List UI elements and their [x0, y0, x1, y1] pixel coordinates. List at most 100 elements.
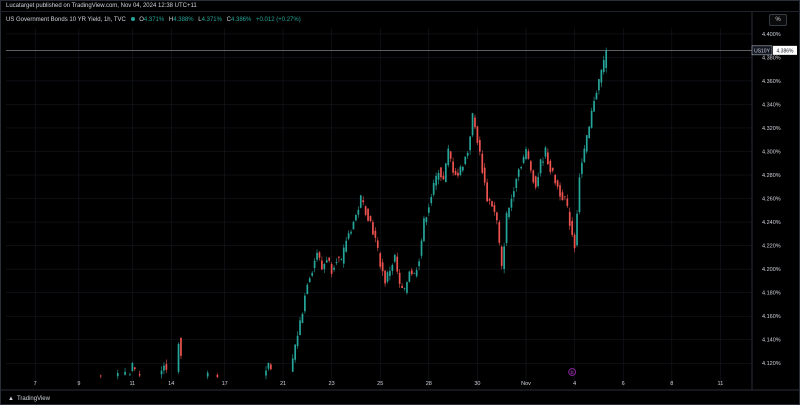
candle-body	[325, 260, 328, 263]
candle-body	[316, 252, 318, 260]
candle-body	[471, 113, 474, 136]
candle-body	[321, 260, 323, 270]
candle-body	[447, 148, 450, 165]
candle-body	[410, 270, 413, 275]
candle-body	[372, 222, 374, 235]
candle-body	[478, 140, 481, 152]
tradingview-logo-icon: ▲	[8, 396, 14, 402]
candle-body	[561, 192, 564, 201]
candle-body	[496, 212, 498, 221]
legend-change-value: +0.012 (+0.27%)	[256, 17, 301, 23]
candle-body	[304, 295, 306, 312]
candle-body	[350, 231, 352, 234]
candle-body	[493, 205, 496, 212]
candle-body	[403, 288, 406, 289]
candle-body	[338, 256, 340, 258]
candle-body	[359, 195, 362, 208]
candle-body	[291, 358, 294, 372]
time-axis[interactable]: 7 9 11 14 17 21 23 25 28 30 Nov 4 6 8 11	[0, 381, 800, 391]
candle-body	[347, 233, 350, 239]
candle-body	[296, 335, 299, 347]
price-chart[interactable]: E 4.120%4.140%4.160%4.180%4.200%4.220%4.…	[0, 0, 800, 405]
candle-body	[313, 260, 316, 269]
candle-body	[544, 147, 547, 157]
last-price-tag-text: 4.386%	[777, 48, 795, 54]
candle-body	[488, 199, 491, 201]
candle-body	[423, 218, 425, 241]
candle-body	[420, 240, 423, 256]
x-tick-label: 17	[222, 381, 228, 387]
candle-body	[367, 208, 369, 221]
candle-body	[160, 370, 163, 375]
x-tick-label: 11	[718, 381, 724, 387]
y-tick-label: 4.320%	[762, 126, 781, 132]
candle-body	[600, 69, 603, 83]
candle-body	[476, 126, 479, 143]
candle-body	[389, 270, 391, 276]
candle-body	[124, 371, 126, 375]
candle-body	[330, 264, 333, 274]
candle-body	[328, 257, 331, 261]
percent-scale-button[interactable]: %	[769, 14, 787, 26]
legend-close-value: 4.386%	[230, 17, 252, 23]
candle-body	[449, 151, 452, 159]
candle-body	[515, 178, 518, 188]
candle-body	[432, 182, 435, 195]
candle-body	[333, 267, 335, 270]
candle-body	[357, 209, 360, 215]
candle-body	[576, 213, 578, 246]
y-tick-label: 4.160%	[762, 314, 781, 320]
candle-body	[585, 135, 588, 152]
candle-body	[345, 240, 348, 252]
candle-body	[163, 365, 165, 371]
candle-body	[116, 373, 119, 377]
candle-body	[573, 234, 576, 249]
candle-body	[442, 175, 445, 180]
candle-body	[386, 272, 389, 282]
candle-body	[556, 180, 559, 187]
candle-body	[427, 207, 430, 213]
candle-body	[454, 170, 457, 175]
price-axis[interactable]: 4.120% 4.140% 4.160% 4.180% 4.200% 4.220% 4.24…	[751, 12, 781, 390]
x-tick-label: 23	[329, 381, 335, 387]
candle-body	[308, 278, 311, 283]
candle-body	[379, 253, 382, 267]
candle-body	[530, 161, 532, 171]
market-status-dot	[130, 17, 135, 22]
candle-body	[461, 166, 464, 171]
candle-body	[99, 375, 102, 377]
candle-body	[534, 176, 537, 188]
candle-body	[381, 262, 384, 272]
candle-body	[474, 117, 476, 128]
candle-body	[547, 152, 549, 165]
candle-body	[393, 254, 396, 262]
candle-body	[418, 261, 420, 267]
candle-body	[129, 374, 131, 376]
candle-body	[342, 247, 345, 264]
x-tick-label: 6	[622, 381, 625, 387]
candle-body	[505, 213, 508, 244]
candle-body	[318, 252, 321, 258]
candle-body	[559, 185, 561, 197]
candle-body	[554, 174, 557, 184]
candle-body	[430, 196, 433, 204]
candle-body	[581, 162, 583, 174]
candle-body	[437, 172, 440, 180]
legend-low-value: 4.371%	[201, 17, 222, 23]
candle-body	[595, 93, 598, 100]
y-tick-label: 4.260%	[762, 197, 781, 203]
candle-body	[384, 270, 386, 284]
candle-body	[206, 372, 209, 377]
candle-body	[593, 101, 595, 112]
candle-body	[265, 370, 267, 376]
candle-body	[598, 79, 600, 91]
candle-body	[444, 163, 447, 182]
candle-body	[583, 148, 586, 162]
candle-body	[522, 156, 525, 163]
candle-body	[406, 282, 408, 293]
candle-body	[520, 167, 523, 169]
candle-body	[491, 201, 493, 207]
x-tick-label: 7	[34, 381, 37, 387]
x-tick-label: 21	[280, 381, 286, 387]
candle-body	[564, 196, 566, 198]
